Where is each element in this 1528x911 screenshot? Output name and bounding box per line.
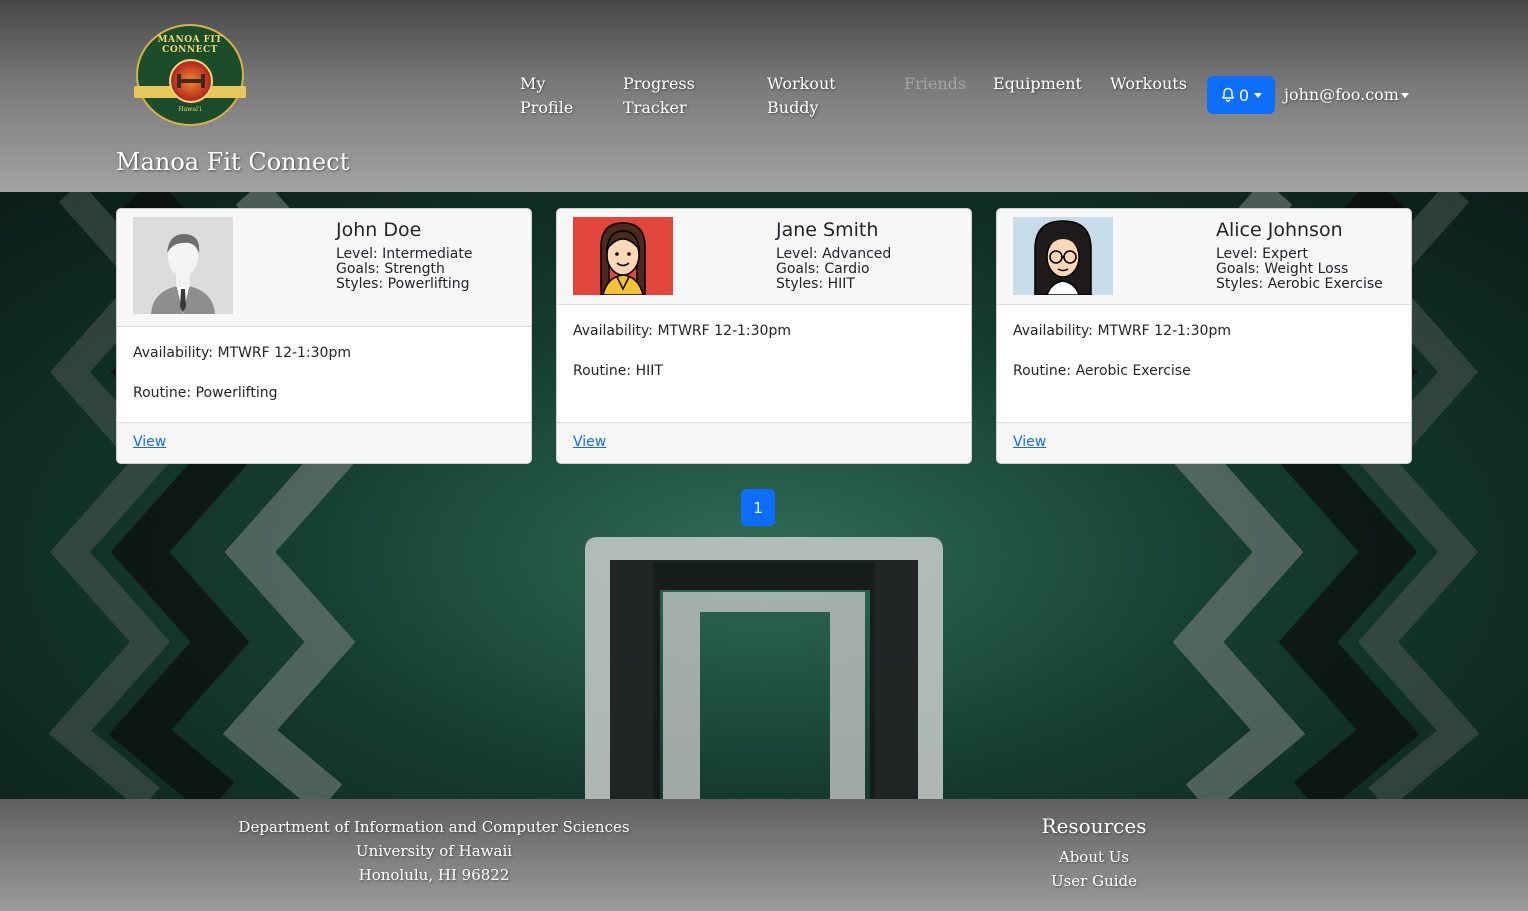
- braided-girl-avatar-icon: [573, 217, 673, 296]
- glasses-woman-avatar-icon: [1013, 217, 1113, 296]
- card-meta: Level: Intermediate Goals: Strength Styl…: [336, 247, 472, 292]
- logo[interactable]: MANOA FIT CONNECT Hawai'i: [134, 24, 246, 126]
- card-name: Jane Smith: [776, 219, 879, 241]
- footer: Department of Information and Computer S…: [0, 799, 1528, 911]
- card-routine: Routine: HIIT: [573, 363, 663, 379]
- card-routine: Routine: Aerobic Exercise: [1013, 363, 1191, 379]
- card-goals: Goals: Cardio: [776, 261, 870, 277]
- nav-friends: Friends: [904, 74, 967, 93]
- card-availability: Availability: MTWRF 12-1:30pm: [1013, 323, 1231, 339]
- card-level: Level: Expert: [1216, 246, 1308, 262]
- card-footer: View: [997, 422, 1411, 463]
- footer-resources: Resources About Us User Guide: [994, 813, 1194, 893]
- view-link[interactable]: View: [573, 434, 606, 450]
- nav-workout-buddy[interactable]: Workout Buddy: [767, 72, 836, 120]
- view-link[interactable]: View: [1013, 434, 1046, 450]
- brand-title[interactable]: Manoa Fit Connect: [116, 148, 349, 176]
- card-level: Level: Advanced: [776, 246, 892, 262]
- dumbbell-emblem-icon: [169, 59, 213, 103]
- user-email: john@foo.com: [1284, 85, 1399, 104]
- card-footer: View: [557, 422, 971, 463]
- card-meta: Level: Advanced Goals: Cardio Styles: HI…: [776, 247, 891, 292]
- nav-my-profile[interactable]: My Profile: [520, 72, 573, 120]
- nav-equipment[interactable]: Equipment: [993, 72, 1082, 96]
- card-availability: Availability: MTWRF 12-1:30pm: [573, 323, 791, 339]
- user-guide-link[interactable]: User Guide: [994, 869, 1194, 893]
- about-us-link[interactable]: About Us: [994, 845, 1194, 869]
- footer-address-line: Department of Information and Computer S…: [238, 818, 630, 836]
- card-availability: Availability: MTWRF 12-1:30pm: [133, 345, 351, 361]
- default-person-avatar-icon: [133, 217, 233, 314]
- card-styles: Styles: Powerlifting: [336, 276, 470, 292]
- card-styles: Styles: HIIT: [776, 276, 855, 292]
- card-name: John Doe: [336, 219, 422, 241]
- footer-address: Department of Information and Computer S…: [224, 815, 644, 887]
- navbar: MANOA FIT CONNECT Hawai'i Manoa Fit Conn…: [0, 0, 1528, 192]
- chevron-down-icon: [1254, 92, 1263, 98]
- bell-icon: [1220, 87, 1236, 103]
- profile-card-alice-johnson: Alice Johnson Level: Expert Goals: Weigh…: [996, 208, 1412, 464]
- card-level: Level: Intermediate: [336, 246, 473, 262]
- user-menu-dropdown[interactable]: john@foo.com: [1284, 84, 1409, 106]
- nav-progress-tracker[interactable]: Progress Tracker: [623, 72, 695, 120]
- pagination-page-button[interactable]: 1: [741, 489, 775, 526]
- footer-address-line: University of Hawaii: [355, 842, 513, 860]
- footer-address-line: Honolulu, HI 96822: [358, 866, 510, 884]
- card-header: Alice Johnson Level: Expert Goals: Weigh…: [997, 209, 1411, 305]
- logo-sub-text: Hawai'i: [178, 106, 202, 113]
- card-goals: Goals: Strength: [336, 261, 445, 277]
- notification-count: 0: [1238, 85, 1250, 105]
- card-meta: Level: Expert Goals: Weight Loss Styles:…: [1216, 247, 1383, 292]
- card-goals: Goals: Weight Loss: [1216, 261, 1349, 277]
- card-routine: Routine: Powerlifting: [133, 385, 278, 401]
- notifications-button[interactable]: 0: [1207, 76, 1275, 114]
- card-footer: View: [117, 422, 531, 463]
- nav-workouts[interactable]: Workouts: [1110, 72, 1187, 96]
- card-header: John Doe Level: Intermediate Goals: Stre…: [117, 209, 531, 327]
- chevron-down-icon: [1400, 93, 1409, 98]
- card-styles: Styles: Aerobic Exercise: [1216, 276, 1383, 292]
- card-header: Jane Smith Level: Advanced Goals: Cardio…: [557, 209, 971, 305]
- resources-heading: Resources: [1041, 814, 1147, 838]
- profile-card-john-doe: John Doe Level: Intermediate Goals: Stre…: [116, 208, 532, 464]
- profile-card-jane-smith: Jane Smith Level: Advanced Goals: Cardio…: [556, 208, 972, 464]
- card-name: Alice Johnson: [1216, 219, 1343, 241]
- view-link[interactable]: View: [133, 434, 166, 450]
